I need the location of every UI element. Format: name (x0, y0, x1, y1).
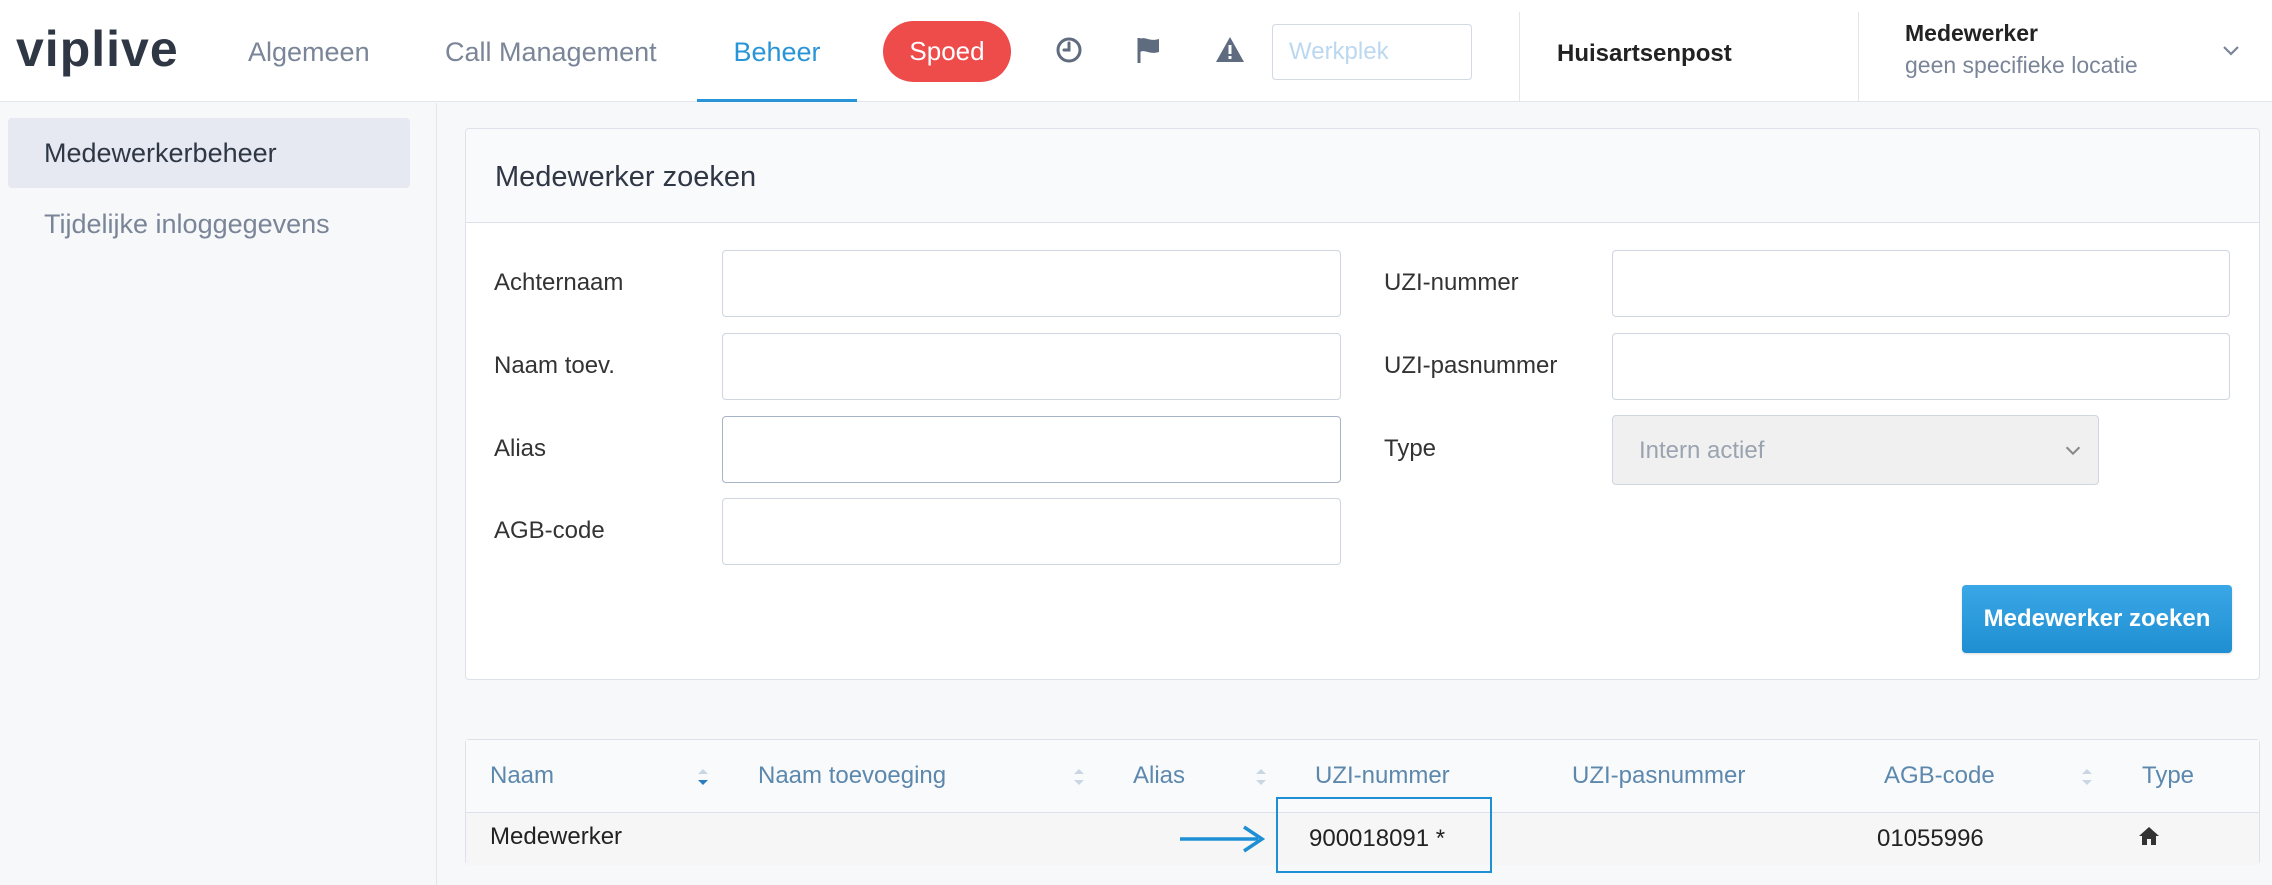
medewerker-zoeken-button[interactable]: Medewerker zoeken (1962, 585, 2232, 653)
warning-icon[interactable] (1214, 34, 1246, 66)
cell-naam[interactable]: Medewerker (490, 823, 622, 851)
column-header-alias[interactable]: Alias (1133, 762, 1185, 790)
panel-header: Medewerker zoeken (466, 129, 2259, 223)
sidebar-item-tijdelijke-inloggegevens[interactable]: Tijdelijke inloggegevens (8, 189, 410, 259)
sidebar-item-medewerkerbeheer[interactable]: Medewerkerbeheer (8, 118, 410, 188)
column-header-agb-code[interactable]: AGB-code (1884, 762, 1995, 790)
sort-icon[interactable] (2080, 765, 2094, 789)
spoed-button[interactable]: Spoed (883, 21, 1011, 82)
uzi-pasnummer-input[interactable] (1612, 333, 2230, 400)
arrow-annotation-icon (1180, 825, 1266, 853)
type-select-value: Intern actief (1639, 437, 1765, 464)
agb-code-label: AGB-code (494, 517, 605, 544)
uzi-pasnummer-label: UZI-pasnummer (1384, 352, 1558, 379)
top-navigation-bar: viplive Algemeen Call Management Beheer … (0, 0, 2272, 102)
chevron-down-icon (2065, 446, 2081, 456)
column-header-naam-toevoeging[interactable]: Naam toevoeging (758, 762, 946, 790)
alias-input[interactable] (722, 416, 1341, 483)
chevron-down-icon[interactable] (2219, 38, 2243, 62)
alias-label: Alias (494, 435, 547, 462)
user-location[interactable]: geen specifieke locatie (1905, 52, 2138, 79)
werkplek-input[interactable] (1272, 24, 1472, 80)
user-name[interactable]: Medewerker (1905, 20, 2038, 47)
achternaam-label: Achternaam (494, 269, 624, 296)
column-header-uzi-pasnummer: UZI-pasnummer (1572, 762, 1746, 789)
tab-beheer[interactable]: Beheer (697, 0, 857, 102)
uzi-nummer-input[interactable] (1612, 250, 2230, 317)
divider (1858, 12, 1859, 102)
achternaam-input[interactable] (722, 250, 1341, 317)
panel-title: Medewerker zoeken (495, 161, 757, 193)
column-header-uzi-nummer: UZI-nummer (1315, 762, 1450, 789)
sidebar: Medewerkerbeheer Tijdelijke inloggegeven… (0, 103, 437, 885)
uzi-nummer-label: UZI-nummer (1384, 269, 1519, 296)
highlight-box (1276, 797, 1492, 873)
flag-icon[interactable] (1133, 34, 1165, 66)
location-label: Huisartsenpost (1557, 40, 1732, 67)
app-logo[interactable]: viplive (16, 20, 179, 78)
column-header-type: Type (2142, 762, 2195, 789)
tab-algemeen[interactable]: Algemeen (248, 0, 370, 102)
tab-call-management[interactable]: Call Management (445, 0, 657, 102)
sort-icon[interactable] (1254, 765, 1268, 789)
naam-toev-label: Naam toev. (494, 352, 615, 379)
home-icon (2139, 827, 2159, 845)
agb-code-input[interactable] (722, 498, 1341, 565)
type-select[interactable]: Intern actief (1612, 415, 2099, 485)
sort-desc-icon[interactable] (696, 765, 710, 789)
cell-agb-code[interactable]: 01055996 (1877, 825, 1984, 853)
type-label: Type (1384, 435, 1437, 462)
divider (1519, 12, 1520, 102)
sort-icon[interactable] (1072, 765, 1086, 789)
naam-toev-input[interactable] (722, 333, 1341, 400)
clock-icon[interactable] (1053, 34, 1085, 66)
column-header-naam[interactable]: Naam (490, 762, 554, 790)
